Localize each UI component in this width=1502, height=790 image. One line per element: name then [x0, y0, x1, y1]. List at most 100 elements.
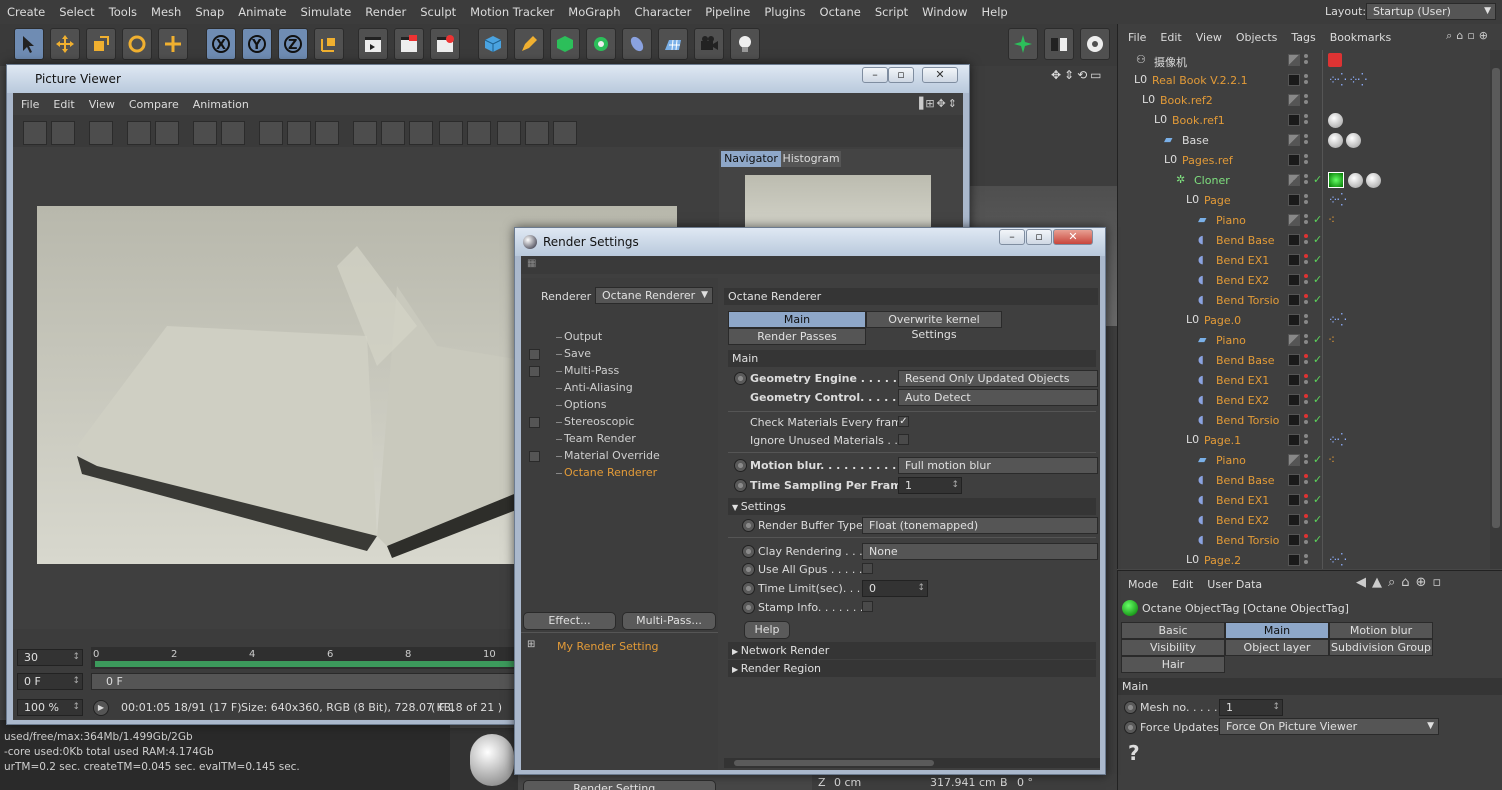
geometry-engine-radio[interactable] — [734, 372, 747, 385]
render-visibility-dot[interactable] — [1304, 340, 1308, 344]
split-view-icon[interactable] — [525, 121, 549, 145]
object-name[interactable]: Bend EX1 — [1216, 494, 1269, 507]
enabled-check-icon[interactable]: ✓ — [1313, 393, 1322, 406]
viewport-nav-icon[interactable]: ✥⇕⟲▭ — [1051, 68, 1105, 82]
mesh-no-animate-radio[interactable] — [1124, 701, 1137, 714]
render-region-section[interactable]: ▶ Render Region — [728, 660, 1096, 677]
tab-subdivision-group[interactable]: Subdivision Group — [1329, 639, 1433, 656]
visibility-toggle[interactable] — [1304, 334, 1310, 348]
minimize-button[interactable]: – — [862, 67, 888, 83]
render-visibility-dot[interactable] — [1304, 520, 1308, 524]
render-visibility-dot[interactable] — [1304, 440, 1308, 444]
tab-histogram[interactable]: Histogram — [781, 151, 841, 167]
visibility-toggle[interactable] — [1304, 134, 1310, 148]
om-scroll-thumb[interactable] — [1492, 68, 1500, 528]
layer-color-swatch[interactable] — [1288, 434, 1300, 446]
enabled-check-icon[interactable]: ✓ — [1313, 333, 1322, 346]
table-row[interactable]: ◖ Bend Torsio ✓ — [1118, 531, 1488, 551]
object-name[interactable]: Bend Torsio — [1216, 534, 1279, 547]
clay-rendering-select[interactable]: None — [862, 543, 1098, 560]
visibility-toggle[interactable] — [1304, 394, 1310, 408]
table-row[interactable]: ✲ Cloner ✓ — [1118, 171, 1488, 191]
table-row[interactable]: ◖ Bend EX2 ✓ — [1118, 391, 1488, 411]
visibility-toggle[interactable] — [1304, 454, 1310, 468]
maximize-button[interactable]: ▫ — [1026, 229, 1052, 245]
editor-visibility-dot[interactable] — [1304, 294, 1308, 298]
tab-overwrite-kernel-settings[interactable]: Overwrite kernel Settings — [866, 311, 1002, 341]
use-all-gpus-checkbox[interactable] — [862, 563, 873, 574]
cube-button[interactable] — [478, 28, 508, 60]
region-stop-icon[interactable] — [287, 121, 311, 145]
menu-item-help[interactable]: Help — [975, 5, 1015, 19]
layer-color-swatch[interactable] — [1288, 374, 1300, 386]
visibility-toggle[interactable] — [1304, 494, 1310, 508]
layer-color-swatch[interactable] — [1288, 214, 1300, 226]
open-file-icon[interactable] — [23, 121, 47, 145]
table-row[interactable]: ◖ Bend EX1 ✓ — [1118, 491, 1488, 511]
layer-color-swatch[interactable] — [1288, 254, 1300, 266]
material-tag-icon[interactable] — [1348, 173, 1363, 188]
menu-item-animate[interactable]: Animate — [231, 5, 293, 19]
tab-main[interactable]: Main — [728, 311, 866, 328]
am-menu-mode[interactable]: Mode — [1128, 578, 1158, 591]
editor-visibility-dot[interactable] — [1304, 174, 1308, 178]
editor-visibility-dot[interactable] — [1304, 214, 1308, 218]
pv-layout-icons[interactable]: ▐⊞✥⇕ — [915, 97, 959, 110]
menu-item-mesh[interactable]: Mesh — [144, 5, 188, 19]
table-row[interactable]: ◖ Bend EX1 ✓ — [1118, 251, 1488, 271]
visibility-toggle[interactable] — [1304, 234, 1310, 248]
layer-color-swatch[interactable] — [1288, 394, 1300, 406]
enabled-check-icon[interactable]: ✓ — [1313, 173, 1322, 186]
maximize-button[interactable]: ▫ — [888, 67, 914, 83]
renderer-select[interactable]: Octane Renderer ▼ — [595, 287, 713, 304]
enabled-check-icon[interactable]: ✓ — [1313, 213, 1322, 226]
tab-basic[interactable]: Basic — [1121, 622, 1225, 639]
rs-list-item-save[interactable]: Save — [555, 347, 591, 360]
object-name[interactable]: Page.0 — [1204, 314, 1241, 327]
rs-list-item-material-override[interactable]: Material Override — [556, 449, 660, 462]
layer-color-swatch[interactable] — [1288, 314, 1300, 326]
render-visibility-dot[interactable] — [1304, 400, 1308, 404]
menu-item-create[interactable]: Create — [0, 5, 52, 19]
layer-color-swatch[interactable] — [1288, 274, 1300, 286]
object-name[interactable]: Bend EX2 — [1216, 514, 1269, 527]
floor-button[interactable] — [658, 28, 688, 60]
visibility-toggle[interactable] — [1304, 54, 1310, 68]
preset-my-render-setting[interactable]: My Render Setting — [557, 640, 659, 653]
set-a-icon[interactable] — [439, 121, 463, 145]
region-people-icon[interactable] — [315, 121, 339, 145]
coord-size-value[interactable]: 317.941 cm — [930, 776, 996, 789]
visibility-toggle[interactable] — [1304, 534, 1310, 548]
geometry-control-select[interactable]: Auto Detect — [898, 389, 1098, 406]
object-name[interactable]: Page — [1204, 194, 1231, 207]
render-visibility-dot[interactable] — [1304, 560, 1308, 564]
editor-visibility-dot[interactable] — [1304, 354, 1308, 358]
table-row[interactable]: ◖ Bend Torsio ✓ — [1118, 411, 1488, 431]
menu-item-select[interactable]: Select — [52, 5, 101, 19]
render-view-button[interactable] — [358, 28, 388, 60]
render-visibility-dot[interactable] — [1304, 460, 1308, 464]
editor-visibility-dot[interactable] — [1304, 474, 1308, 478]
render-visibility-dot[interactable] — [1304, 380, 1308, 384]
pv-menu-edit[interactable]: Edit — [53, 98, 74, 111]
om-menu-file[interactable]: File — [1128, 31, 1146, 44]
search-icon[interactable]: ⌕⌂▫⊕ — [1446, 29, 1492, 43]
layer-color-swatch[interactable] — [1288, 354, 1300, 366]
enabled-check-icon[interactable]: ✓ — [1313, 273, 1322, 286]
object-name[interactable]: Page.2 — [1204, 554, 1241, 567]
selection-tag-icon[interactable]: ⁘⁛ — [1328, 193, 1347, 207]
rs-horizontal-scrollbar[interactable] — [724, 758, 1100, 768]
am-nav-icons[interactable]: ◀▲⌕⌂⊕▫ — [1356, 575, 1447, 590]
geometry-engine-select[interactable]: Resend Only Updated Objects — [898, 370, 1098, 387]
editor-visibility-dot[interactable] — [1304, 414, 1308, 418]
force-updates-select[interactable]: Force On Picture Viewer ▼ — [1219, 718, 1439, 735]
subdivision-button[interactable] — [550, 28, 580, 60]
material-tag-icon[interactable] — [1328, 133, 1343, 148]
visibility-toggle[interactable] — [1304, 354, 1310, 368]
list-enable-checkbox[interactable] — [529, 366, 540, 377]
object-name[interactable]: Book.ref1 — [1172, 114, 1225, 127]
user-icon[interactable] — [155, 121, 179, 145]
table-row[interactable]: L0 Page ⁘⁛ — [1118, 191, 1488, 211]
layer-color-swatch[interactable] — [1288, 334, 1300, 346]
region-icon[interactable] — [259, 121, 283, 145]
